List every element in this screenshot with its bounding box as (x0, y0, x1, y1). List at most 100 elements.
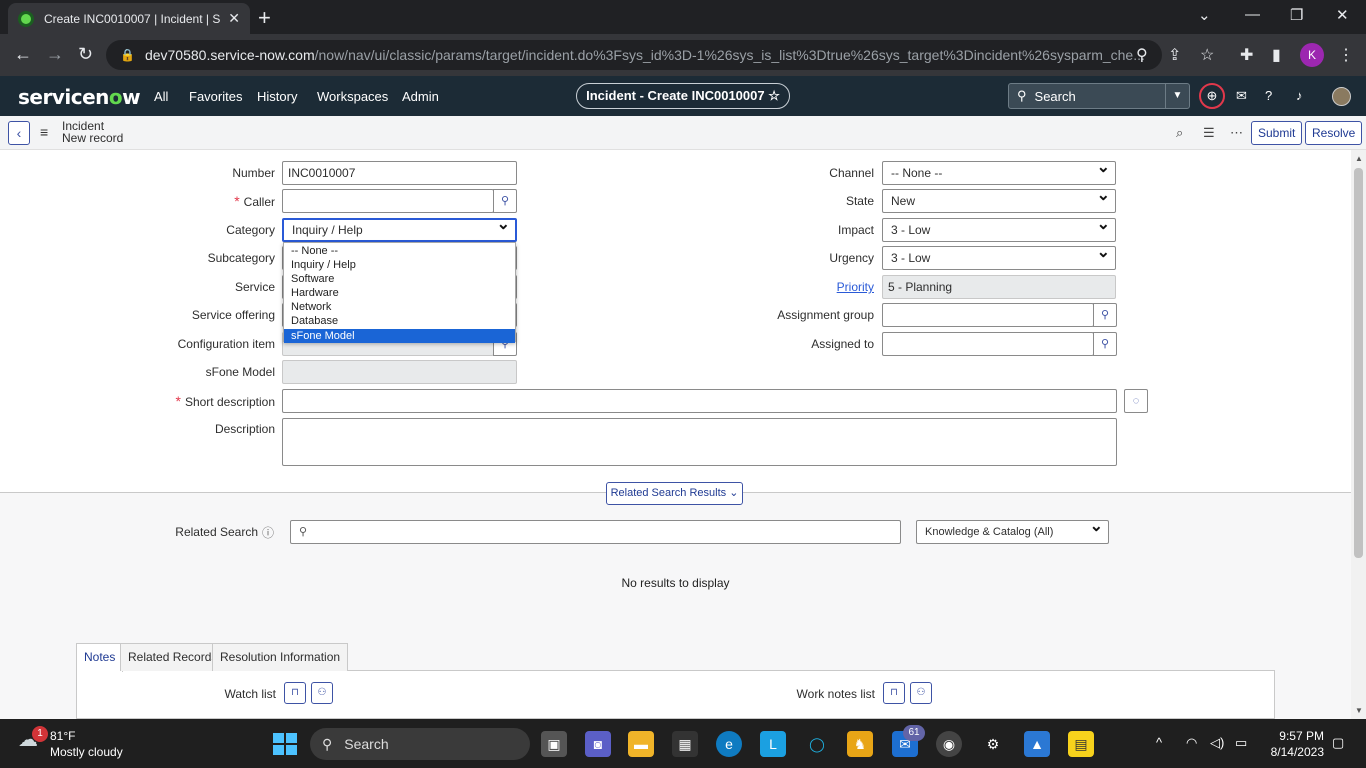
edge-browser-icon[interactable]: e (716, 731, 742, 757)
number-field[interactable]: INC0010007 (282, 161, 517, 185)
attachment-icon[interactable]: ⌕ (1176, 125, 1183, 141)
sticky-notes-icon[interactable]: ▤ (1068, 731, 1094, 757)
dropdown-option-highlighted[interactable]: sFone Model (284, 328, 515, 343)
category-select[interactable]: Inquiry / Help (282, 218, 517, 242)
dropdown-option[interactable]: Hardware (284, 286, 515, 300)
back-button[interactable]: ‹ (8, 121, 30, 145)
context-menu-icon[interactable]: ≡ (40, 124, 48, 140)
urgency-select[interactable]: 3 - Low (882, 246, 1116, 270)
extensions-icon[interactable]: ✚ (1240, 45, 1253, 65)
tray-chevron-up-icon[interactable]: ^ (1156, 735, 1162, 750)
wifi-icon[interactable]: ◠ (1186, 735, 1197, 751)
settings-gear-icon[interactable]: ⚙ (980, 731, 1006, 757)
assignment-group-field[interactable] (882, 303, 1094, 327)
dropdown-option[interactable]: Software (284, 272, 515, 286)
global-search[interactable]: ⚲ Search ▼ (1008, 83, 1190, 109)
work-notes-lock-icon[interactable]: ⊓ (883, 682, 905, 704)
tab-search-icon[interactable]: ⌄ (1198, 6, 1211, 24)
context-title-pill[interactable]: Incident - Create INC0010007 ☆ (576, 83, 790, 109)
priority-link[interactable]: Priority (837, 280, 874, 294)
help-icon[interactable]: ? (1265, 88, 1272, 103)
lightbulb-icon[interactable]: ◌ (1124, 389, 1148, 413)
more-options-icon[interactable]: ⋯ (1230, 125, 1243, 141)
game-app-icon[interactable]: ♞ (847, 731, 873, 757)
caller-field[interactable] (282, 189, 494, 213)
back-icon[interactable]: ← (14, 44, 32, 65)
assigned-to-field[interactable] (882, 332, 1094, 356)
chat-icon[interactable]: ✉ (1236, 88, 1247, 104)
sfone-model-field[interactable] (282, 360, 517, 384)
profile-avatar[interactable]: K (1300, 43, 1324, 67)
related-search-scope-select[interactable]: Knowledge & Catalog (All) (916, 520, 1109, 544)
cortana-icon[interactable]: ◯ (804, 731, 830, 757)
personalize-icon[interactable]: ☰ (1203, 125, 1215, 141)
microsoft-store-icon[interactable]: ▦ (672, 731, 698, 757)
nav-workspaces[interactable]: Workspaces (317, 89, 388, 104)
tab-resolution-information[interactable]: Resolution Information (212, 643, 349, 671)
dropdown-option[interactable]: Database (284, 314, 515, 328)
description-field[interactable] (282, 418, 1117, 466)
category-dropdown-list[interactable]: -- None -- Inquiry / Help Software Hardw… (283, 242, 516, 343)
task-view-icon[interactable]: ▣ (541, 731, 567, 757)
scrollbar-thumb[interactable] (1354, 168, 1363, 558)
related-search-input[interactable]: ⚲ (290, 520, 901, 544)
reload-icon[interactable]: ↻ (78, 44, 93, 65)
impact-select[interactable]: 3 - Low (882, 218, 1116, 242)
assignment-group-lookup-icon[interactable]: ⚲ (1093, 303, 1117, 327)
nav-history[interactable]: History (257, 89, 297, 104)
related-search-results-toggle[interactable]: Related Search Results ⌄ (606, 482, 743, 505)
restore-icon[interactable]: ❐ (1290, 6, 1303, 24)
notifications-bell-icon[interactable]: ♪ (1296, 88, 1303, 103)
channel-select[interactable]: -- None -- (882, 161, 1116, 185)
scroll-down-icon[interactable]: ▼ (1355, 706, 1363, 715)
scroll-up-icon[interactable]: ▲ (1355, 154, 1363, 163)
battery-icon[interactable]: ▭ (1235, 735, 1247, 751)
favorite-star-icon[interactable]: ☆ (768, 88, 780, 103)
nav-all[interactable]: All (154, 89, 168, 104)
teams-chat-icon[interactable]: ◙ (585, 731, 611, 757)
resolve-button[interactable]: Resolve (1305, 121, 1363, 145)
zoom-search-icon[interactable]: ⚲ (1136, 45, 1148, 65)
dropdown-option[interactable]: -- None -- (284, 244, 515, 258)
photos-icon[interactable]: ▲ (1024, 731, 1050, 757)
windows-start-icon[interactable] (273, 733, 297, 755)
volume-icon[interactable]: ◁) (1210, 735, 1224, 751)
nav-admin[interactable]: Admin (402, 89, 439, 104)
chrome-icon[interactable]: ◉ (936, 731, 962, 757)
taskbar-search[interactable]: ⚲ Search (310, 728, 530, 760)
assigned-to-lookup-icon[interactable]: ⚲ (1093, 332, 1117, 356)
short-description-field[interactable] (282, 389, 1117, 413)
share-icon[interactable]: ⇪ (1168, 45, 1181, 65)
bookmark-star-icon[interactable]: ☆ (1200, 45, 1214, 65)
browser-tab[interactable]: Create INC0010007 | Incident | Se ✕ (8, 3, 250, 34)
help-circle-icon[interactable]: ⓘ (262, 524, 274, 541)
dropdown-option[interactable]: Inquiry / Help (284, 258, 515, 272)
tab-notes[interactable]: Notes (76, 643, 124, 672)
page-scrollbar[interactable]: ▲ ▼ (1351, 150, 1366, 719)
new-tab-icon[interactable]: + (258, 5, 271, 31)
state-select[interactable]: New (882, 189, 1116, 213)
minimize-icon[interactable]: — (1245, 6, 1260, 23)
file-explorer-icon[interactable]: ▬ (628, 731, 654, 757)
user-avatar[interactable] (1332, 87, 1351, 106)
work-notes-add-me-icon[interactable]: ⚇ (910, 682, 932, 704)
globe-icon[interactable]: ⊕ (1199, 83, 1225, 109)
side-panel-icon[interactable]: ▮ (1272, 45, 1281, 65)
tab-related-records[interactable]: Related Records (120, 643, 226, 671)
watch-list-lock-icon[interactable]: ⊓ (284, 682, 306, 704)
nav-favorites[interactable]: Favorites (189, 89, 242, 104)
address-bar[interactable]: 🔒 dev70580.service-now.com /now/nav/ui/c… (106, 40, 1162, 70)
watch-list-add-me-icon[interactable]: ⚇ (311, 682, 333, 704)
weather-widget[interactable]: ☁ 1 81°F Mostly cloudy (18, 726, 123, 760)
servicenow-logo[interactable]: servicenow (18, 85, 141, 109)
search-scope-chevron-icon[interactable]: ▼ (1165, 84, 1189, 108)
submit-button[interactable]: Submit (1251, 121, 1303, 145)
forward-icon[interactable]: → (46, 44, 64, 65)
caller-lookup-icon[interactable]: ⚲ (493, 189, 517, 213)
close-window-icon[interactable]: ✕ (1336, 6, 1349, 24)
menu-dots-icon[interactable]: ⋮ (1338, 45, 1354, 65)
notification-center-icon[interactable]: ▢ (1332, 735, 1344, 751)
clock[interactable]: 9:57 PM 8/14/2023 (1266, 728, 1324, 760)
dropdown-option[interactable]: Network (284, 300, 515, 314)
close-tab-icon[interactable]: ✕ (228, 10, 240, 27)
